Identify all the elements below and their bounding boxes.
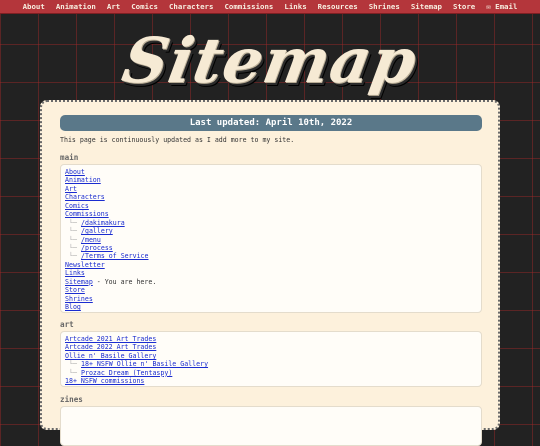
sitemap-link[interactable]: Blog xyxy=(65,303,81,311)
nav-link-about[interactable]: About xyxy=(23,2,45,11)
tree-branch-icon: └─ xyxy=(69,218,77,227)
sitemap-link[interactable]: 18+ NSFW Ollie n' Basile Gallery xyxy=(81,360,208,368)
sitemap-link[interactable]: Artcade 2022 Art Trades xyxy=(65,343,156,351)
list-item: Artcade 2022 Art Trades xyxy=(65,343,481,351)
list-item: └─ /gallery xyxy=(65,227,481,235)
section-box-main: About Animation Art Characters Comics Commiss… xyxy=(60,164,482,313)
intro-text: This page is continuously updated as I a… xyxy=(60,136,295,144)
sitemap-link[interactable]: Art xyxy=(65,185,77,193)
sitemap-link[interactable]: Store xyxy=(65,286,85,294)
nav-link-commissions[interactable]: Commissions xyxy=(224,2,273,11)
sitemap-link[interactable]: Artcade 2021 Art Trades xyxy=(65,335,156,343)
sitemap-link[interactable]: Links xyxy=(65,269,85,277)
sitemap-link[interactable]: Characters xyxy=(65,193,105,201)
list-item: Art xyxy=(65,185,481,193)
main-link-list: About Animation Art Characters Comics Commiss… xyxy=(61,165,481,311)
nav-link-links[interactable]: Links xyxy=(284,2,306,11)
sitemap-panel: Last updated: April 10th, 2022 This page… xyxy=(40,100,500,446)
list-item: Animation xyxy=(65,176,481,184)
sitemap-link[interactable]: Shrines xyxy=(65,295,93,303)
list-item: About xyxy=(65,168,481,176)
current-page-note: - You are here. xyxy=(92,277,157,286)
section-box-art: Artcade 2021 Art Trades Artcade 2022 Art … xyxy=(60,331,482,387)
tree-branch-icon: └─ xyxy=(69,252,77,261)
nav-link-art[interactable]: Art xyxy=(107,2,120,11)
page-title: Sitemap xyxy=(117,24,423,97)
sitemap-link[interactable]: Ollie n' Basile Gallery xyxy=(65,352,156,360)
list-item: Commissions xyxy=(65,210,481,218)
section-title-art: art xyxy=(60,320,74,329)
list-item: └─ /Terms of Service xyxy=(65,252,481,260)
nav-link-characters[interactable]: Characters xyxy=(169,2,214,11)
sitemap-link[interactable]: /dakimakura xyxy=(81,219,125,227)
sitemap-link[interactable]: Commissions xyxy=(65,210,109,218)
sitemap-link[interactable]: About xyxy=(65,168,85,176)
nav-link-resources[interactable]: Resources xyxy=(318,2,358,11)
sitemap-link[interactable]: Animation xyxy=(65,176,101,184)
tree-branch-icon: └─ xyxy=(69,368,77,377)
art-link-list: Artcade 2021 Art Trades Artcade 2022 Art … xyxy=(61,332,481,386)
sitemap-link[interactable]: Sitemap xyxy=(65,278,93,286)
list-item: Characters xyxy=(65,193,481,201)
list-item: Blog xyxy=(65,303,481,311)
nav-link-animation[interactable]: Animation xyxy=(56,2,96,11)
list-item: Shrines xyxy=(65,295,481,303)
section-box-zines xyxy=(60,406,482,446)
list-item: Comics xyxy=(65,202,481,210)
tree-branch-icon: └─ xyxy=(69,360,77,369)
sitemap-link[interactable]: 18+ NSFW commissions xyxy=(65,377,144,385)
sitemap-link[interactable]: Newsletter xyxy=(65,261,105,269)
sitemap-link[interactable]: Comics xyxy=(65,202,89,210)
list-item: Newsletter xyxy=(65,261,481,269)
nav-link-comics[interactable]: Comics xyxy=(131,2,158,11)
top-nav: About Animation Art Comics Characters Commiss… xyxy=(0,0,540,14)
sitemap-link[interactable]: Prozac Dream (Tentaspy) xyxy=(81,369,172,377)
list-item: └─ Prozac Dream (Tentaspy) xyxy=(65,369,481,377)
list-item: └─ 18+ NSFW Ollie n' Basile Gallery xyxy=(65,360,481,368)
sitemap-link[interactable]: /Terms of Service xyxy=(81,252,149,260)
section-title-main: main xyxy=(60,153,79,162)
sitemap-link[interactable]: /menu xyxy=(81,236,101,244)
list-item: └─ /menu xyxy=(65,236,481,244)
sitemap-link[interactable]: /process xyxy=(81,244,113,252)
last-updated-banner: Last updated: April 10th, 2022 xyxy=(60,115,482,131)
nav-link-store[interactable]: Store xyxy=(453,2,475,11)
nav-link-sitemap[interactable]: Sitemap xyxy=(411,2,442,11)
section-title-zines: zines xyxy=(60,395,83,404)
sitemap-link[interactable]: /gallery xyxy=(81,227,113,235)
list-item: Artcade 2021 Art Trades xyxy=(65,335,481,343)
list-item: Links xyxy=(65,269,481,277)
list-item: Sitemap - You are here. xyxy=(65,278,481,286)
nav-link-shrines[interactable]: Shrines xyxy=(369,2,400,11)
nav-link-email[interactable]: ✉ Email xyxy=(486,2,517,11)
tree-branch-icon: └─ xyxy=(69,227,77,236)
list-item: └─ /dakimakura xyxy=(65,219,481,227)
tree-branch-icon: └─ xyxy=(69,235,77,244)
list-item: Store xyxy=(65,286,481,294)
list-item: 18+ NSFW commissions xyxy=(65,377,481,385)
